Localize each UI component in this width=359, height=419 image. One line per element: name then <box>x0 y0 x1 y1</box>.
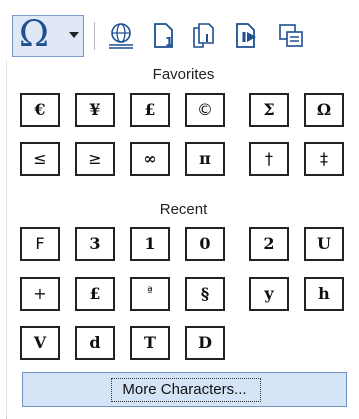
favorite-char[interactable]: ∞ <box>130 142 170 176</box>
chevron-down-icon[interactable] <box>69 32 79 38</box>
insert-field-icon[interactable] <box>276 20 306 50</box>
recent-char[interactable]: T <box>130 326 170 360</box>
recent-heading: Recent <box>159 201 208 218</box>
hyperlink-globe-icon[interactable] <box>106 20 136 50</box>
recent-char[interactable]: ª <box>130 277 170 311</box>
recent-char[interactable]: 2 <box>249 227 289 261</box>
omega-icon: Ω <box>19 14 49 55</box>
recent-char[interactable]: d <box>75 326 115 360</box>
recent-char[interactable]: h <box>304 277 344 311</box>
favorites-heading: Favorites <box>152 66 215 83</box>
recent-char[interactable]: § <box>185 277 225 311</box>
toolbar: Ω 1 <box>0 0 359 60</box>
favorite-char[interactable]: ‡ <box>304 142 344 176</box>
favorite-char[interactable]: ≥ <box>75 142 115 176</box>
recent-char[interactable]: 1 <box>130 227 170 261</box>
recent-char[interactable]: 3 <box>75 227 115 261</box>
favorite-char[interactable]: Ω <box>304 93 344 127</box>
insert-slide-icon[interactable] <box>232 20 262 50</box>
svg-text:1: 1 <box>165 35 173 49</box>
special-characters-dropdown: Favorites € ¥ £ © Σ Ω ≤ ≥ ∞ π † ‡ Recent… <box>6 60 359 419</box>
favorite-char[interactable]: Σ <box>249 93 289 127</box>
favorite-char[interactable]: © <box>185 93 225 127</box>
recent-char[interactable]: V <box>20 326 60 360</box>
more-characters-label: More Characters... <box>122 381 247 398</box>
special-character-button[interactable]: Ω <box>12 14 84 57</box>
more-characters-button[interactable]: More Characters... <box>22 372 347 407</box>
recent-char[interactable]: + <box>20 277 60 311</box>
favorite-char[interactable]: † <box>249 142 289 176</box>
favorite-char[interactable]: ¥ <box>75 93 115 127</box>
toolbar-separator <box>94 22 95 50</box>
recent-char[interactable]: £ <box>75 277 115 311</box>
insert-page-count-icon[interactable] <box>190 20 220 50</box>
favorite-char[interactable]: £ <box>130 93 170 127</box>
favorite-char[interactable]: ≤ <box>20 142 60 176</box>
recent-char[interactable]: y <box>249 277 289 311</box>
recent-char[interactable]: D <box>185 326 225 360</box>
recent-char[interactable]: U <box>304 227 344 261</box>
insert-page-number-icon[interactable]: 1 <box>150 20 180 50</box>
favorite-char[interactable]: € <box>20 93 60 127</box>
favorite-char[interactable]: π <box>185 142 225 176</box>
recent-char[interactable]: 0 <box>185 227 225 261</box>
recent-char[interactable]: F <box>20 227 60 261</box>
